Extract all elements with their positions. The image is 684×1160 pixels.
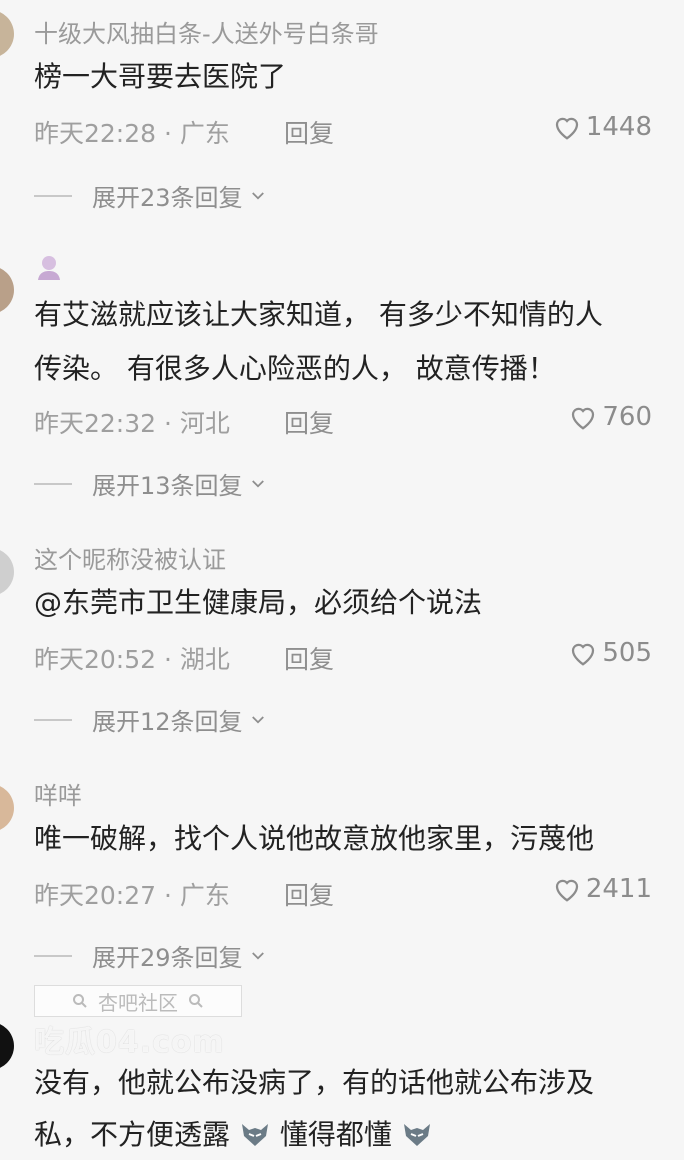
like-count: 505 xyxy=(602,638,652,668)
comment-meta: 昨天20:52 · 湖北 回复 xyxy=(34,640,334,676)
like-button[interactable]: 2411 xyxy=(552,874,652,904)
expand-replies-label: 展开23条回复 xyxy=(92,184,243,212)
meta-separator: · xyxy=(164,119,180,148)
heart-icon xyxy=(572,643,595,666)
wolf-emoji-icon xyxy=(403,1124,430,1146)
comment-text-line: 私，不方便透露 懂得都懂 xyxy=(34,1110,433,1160)
expand-replies-label: 展开13条回复 xyxy=(92,472,243,500)
reply-button[interactable]: 回复 xyxy=(284,404,334,440)
wolf-emoji-icon xyxy=(241,1124,268,1146)
expand-replies-label: 展开12条回复 xyxy=(92,708,243,736)
comment-location: 湖北 xyxy=(179,645,230,674)
comment-nickname[interactable]: 这个昵称没被认证 xyxy=(34,540,226,575)
expand-replies-button[interactable]: 展开23条回复 xyxy=(34,178,267,213)
avatar[interactable] xyxy=(0,1022,14,1070)
comment-meta: 昨天22:28 · 广东 回复 xyxy=(34,114,334,150)
comment-time: 昨天22:32 xyxy=(34,409,157,438)
comment-meta: 昨天22:32 · 河北 回复 xyxy=(34,404,334,440)
reply-button[interactable]: 回复 xyxy=(284,640,334,676)
comment-location: 河北 xyxy=(179,409,230,438)
comment-text: @东莞市卫生健康局，必须给个说法 xyxy=(34,586,483,619)
comment-text-part: 私，不方便透露 xyxy=(34,1118,231,1151)
meta-separator: · xyxy=(164,645,180,674)
like-count: 760 xyxy=(602,402,652,432)
expand-replies-label: 展开29条回复 xyxy=(92,944,243,972)
like-button[interactable]: 1448 xyxy=(552,112,652,142)
chevron-down-icon xyxy=(251,191,264,200)
like-count: 2411 xyxy=(585,874,652,904)
chevron-down-icon xyxy=(251,951,264,960)
watermark-bottom-text: 吃瓜04.com xyxy=(34,1025,225,1060)
like-count: 1448 xyxy=(585,112,652,142)
watermark-banner: 杏吧社区 xyxy=(34,985,242,1017)
comment-text: 唯一破解，找个人说他故意放他家里，污蔑他 xyxy=(34,822,595,855)
like-button[interactable]: 505 xyxy=(568,638,652,668)
comment-text: 有艾滋就应该让大家知道， 有多少不知情的人 xyxy=(34,298,603,331)
divider-line xyxy=(34,954,72,957)
comment-nickname[interactable]: 十级大风抽白条-人送外号白条哥 xyxy=(34,14,379,49)
comment-text: 传染。 有很多人心险恶的人， 故意传播！ xyxy=(34,352,556,385)
comment-time: 昨天22:28 xyxy=(34,119,157,148)
comment-meta: 昨天20:27 · 广东 回复 xyxy=(34,876,334,912)
avatar[interactable] xyxy=(0,548,14,596)
search-icon xyxy=(189,994,203,1008)
expand-replies-button[interactable]: 展开12条回复 xyxy=(34,702,267,737)
comment-text-part: 懂得都懂 xyxy=(279,1118,392,1151)
divider-line xyxy=(34,718,72,721)
watermark: 杏吧社区 吃瓜04.com xyxy=(34,985,242,1060)
comment-time: 昨天20:27 xyxy=(34,881,157,910)
expand-replies-button[interactable]: 展开29条回复 xyxy=(34,938,267,973)
meta-separator: · xyxy=(164,881,180,910)
chevron-down-icon xyxy=(251,479,264,488)
comment-text: 没有，他就公布没病了，有的话他就公布涉及 xyxy=(34,1066,595,1099)
search-icon xyxy=(73,994,87,1008)
divider-line xyxy=(34,482,72,485)
comment-nickname[interactable]: 咩咩 xyxy=(34,776,82,811)
divider-line xyxy=(34,194,72,197)
profile-icon xyxy=(38,256,60,280)
watermark-top-text: 杏吧社区 xyxy=(98,990,178,1015)
avatar[interactable] xyxy=(0,784,14,832)
meta-separator: · xyxy=(164,409,180,438)
heart-icon xyxy=(555,879,578,902)
comment-text: 榜一大哥要去医院了 xyxy=(34,60,287,93)
heart-icon xyxy=(572,407,595,430)
comment-time: 昨天20:52 xyxy=(34,645,157,674)
chevron-down-icon xyxy=(251,715,264,724)
heart-icon xyxy=(555,117,578,140)
like-button[interactable]: 760 xyxy=(568,402,652,432)
expand-replies-button[interactable]: 展开13条回复 xyxy=(34,466,267,501)
avatar[interactable] xyxy=(0,10,14,58)
comment-location: 广东 xyxy=(179,119,230,148)
reply-button[interactable]: 回复 xyxy=(284,876,334,912)
reply-button[interactable]: 回复 xyxy=(284,114,334,150)
comment-location: 广东 xyxy=(179,881,230,910)
avatar[interactable] xyxy=(0,266,14,314)
